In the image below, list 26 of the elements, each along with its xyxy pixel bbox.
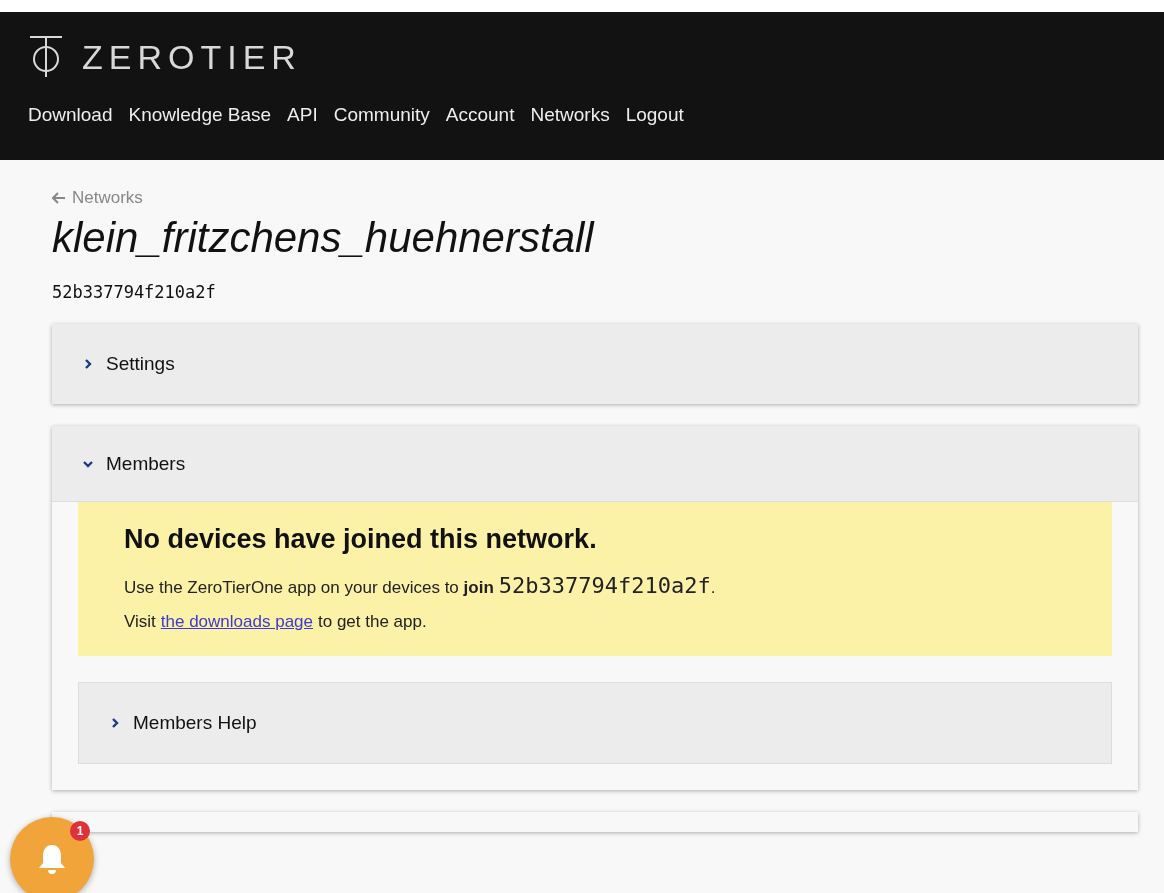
downloads-link[interactable]: the downloads page <box>160 612 313 632</box>
bell-icon <box>37 843 67 875</box>
nav-link[interactable]: Download <box>28 104 113 126</box>
panel-header[interactable]: Members <box>52 426 1138 502</box>
chevron-right-icon <box>82 358 94 370</box>
panel-header[interactable]: Settings <box>52 324 1138 404</box>
notice-text: Visit <box>124 612 156 632</box>
nav-link[interactable]: Account <box>445 104 515 126</box>
brand-name: ZEROTIER <box>82 37 302 77</box>
nav-link[interactable]: Logout <box>625 104 684 126</box>
notice-heading: No devices have joined this network. <box>124 524 598 555</box>
nav-link[interactable]: Networks <box>530 104 610 126</box>
network-name: klein_fritzchens_huehnerstall <box>52 214 596 262</box>
network-id: 52b337794f210a2f <box>52 282 217 302</box>
notice-text: . <box>710 578 716 598</box>
nav-link[interactable]: Community <box>333 104 430 126</box>
notification-badge: 1 <box>70 821 90 841</box>
panel-header[interactable]: Members Help <box>79 683 1111 763</box>
nav-link[interactable]: API <box>287 104 318 126</box>
chevron-right-icon <box>109 717 121 729</box>
nav-link[interactable]: Knowledge Base <box>128 104 272 126</box>
arrow-left-icon <box>52 192 66 204</box>
notice-text: to get the app. <box>318 612 427 632</box>
network-id: 52b337794f210a2f <box>498 573 711 598</box>
logo-icon <box>28 35 64 79</box>
notice-text: Use the ZeroTierOne app on your devices to join <box>124 578 494 598</box>
